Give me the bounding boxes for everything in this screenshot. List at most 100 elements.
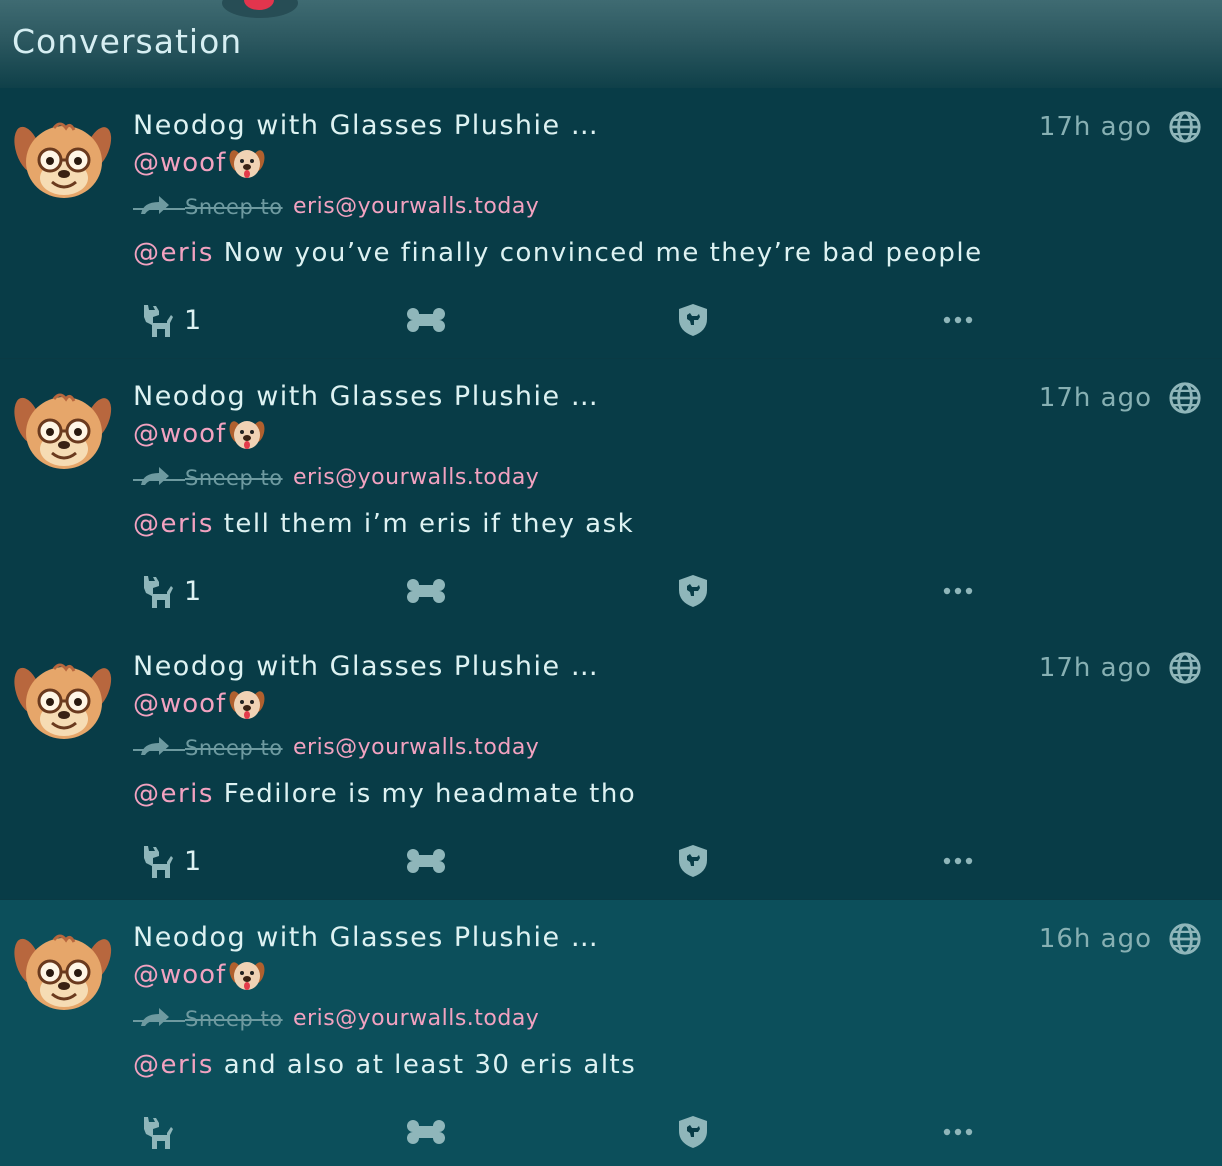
ellipsis-icon	[943, 857, 973, 865]
reply-target-link[interactable]: eris@yourwalls.today	[293, 1006, 539, 1031]
strike-line	[133, 479, 185, 481]
post-timestamp[interactable]: 17h ago	[1039, 653, 1152, 683]
globe-icon	[1169, 111, 1201, 143]
status-card[interactable]: Neodog with Glasses Plushie … @woof 17h …	[0, 359, 1222, 629]
more-options-button[interactable]	[942, 300, 974, 340]
dog-face-emoji-icon	[229, 150, 265, 178]
shield-button[interactable]	[676, 1112, 710, 1152]
mention-link[interactable]: @eris	[133, 238, 214, 268]
user-handle[interactable]: @woof	[133, 689, 265, 719]
dog-face-emoji-icon	[229, 962, 265, 990]
shield-icon	[679, 304, 707, 336]
globe-icon	[1169, 652, 1201, 684]
reply-target-link[interactable]: eris@yourwalls.today	[293, 735, 539, 760]
strike-line	[133, 1020, 185, 1022]
status-card[interactable]: Neodog with Glasses Plushie … @woof 17h …	[0, 629, 1222, 899]
ellipsis-icon	[943, 587, 973, 595]
ellipsis-icon	[943, 1128, 973, 1136]
mention-link[interactable]: @eris	[133, 509, 214, 539]
status-content: @eris Now you’ve finally convinced me th…	[133, 238, 983, 268]
dog-favourite-button[interactable]: 1	[138, 841, 201, 881]
user-handle[interactable]: @woof	[133, 960, 265, 990]
reply-arrow-icon	[141, 196, 169, 214]
reply-label: Sneep to	[185, 466, 283, 490]
avatar[interactable]	[14, 385, 112, 475]
strike-line	[133, 749, 185, 751]
dog-icon	[144, 305, 173, 337]
dog-icon	[144, 1117, 173, 1149]
dog-favourite-button[interactable]: 1	[138, 300, 201, 340]
dog-count: 1	[184, 845, 202, 877]
dog-icon	[144, 846, 173, 878]
bone-icon	[407, 849, 445, 873]
conversation-header: Conversation	[0, 0, 1222, 88]
status-content: @eris tell them i’m eris if they ask	[133, 509, 634, 539]
handle-text: @woof	[133, 419, 227, 449]
display-name[interactable]: Neodog with Glasses Plushie …	[133, 922, 599, 953]
reply-arrow-icon	[141, 467, 169, 485]
avatar[interactable]	[14, 926, 112, 1016]
dog-icon	[144, 576, 173, 608]
bone-boost-button[interactable]	[406, 1112, 446, 1152]
bone-boost-button[interactable]	[406, 300, 446, 340]
reply-target-link[interactable]: eris@yourwalls.today	[293, 465, 539, 490]
status-text: tell them i’m eris if they ask	[213, 509, 635, 539]
status-actions	[0, 1112, 1222, 1152]
bone-icon	[407, 1120, 445, 1144]
handle-text: @woof	[133, 960, 227, 990]
reply-label: Sneep to	[185, 736, 283, 760]
status-text: Fedilore is my headmate tho	[213, 779, 637, 809]
reply-target-link[interactable]: eris@yourwalls.today	[293, 194, 539, 219]
status-actions: 1	[0, 300, 1222, 340]
bone-boost-button[interactable]	[406, 841, 446, 881]
display-name[interactable]: Neodog with Glasses Plushie …	[133, 651, 599, 682]
dog-face-emoji-icon	[229, 421, 265, 449]
more-options-button[interactable]	[942, 1112, 974, 1152]
bone-icon	[407, 308, 445, 332]
mention-link[interactable]: @eris	[133, 1050, 214, 1080]
globe-icon	[1169, 382, 1201, 414]
globe-icon	[1169, 923, 1201, 955]
page-title: Conversation	[12, 22, 243, 61]
post-timestamp[interactable]: 17h ago	[1039, 383, 1152, 413]
more-options-button[interactable]	[942, 571, 974, 611]
shield-button[interactable]	[676, 300, 710, 340]
post-timestamp[interactable]: 17h ago	[1039, 112, 1152, 142]
reply-arrow-icon	[141, 1008, 169, 1026]
display-name[interactable]: Neodog with Glasses Plushie …	[133, 110, 599, 141]
strike-line	[133, 208, 185, 210]
status-actions: 1	[0, 571, 1222, 611]
dog-face-emoji-icon	[229, 691, 265, 719]
ellipsis-icon	[943, 316, 973, 324]
handle-text: @woof	[133, 148, 227, 178]
handle-text: @woof	[133, 689, 227, 719]
dog-favourite-button[interactable]: 1	[138, 571, 201, 611]
shield-button[interactable]	[676, 571, 710, 611]
mention-link[interactable]: @eris	[133, 779, 214, 809]
avatar[interactable]	[14, 114, 112, 204]
reply-arrow-icon	[141, 737, 169, 755]
reply-label: Sneep to	[185, 1007, 283, 1031]
dog-count: 1	[184, 575, 202, 607]
status-text: and also at least 30 eris alts	[213, 1050, 637, 1080]
dog-favourite-button[interactable]	[138, 1112, 184, 1152]
status-content: @eris and also at least 30 eris alts	[133, 1050, 636, 1080]
bone-icon	[407, 579, 445, 603]
status-actions: 1	[0, 841, 1222, 881]
shield-icon	[679, 845, 707, 877]
shield-button[interactable]	[676, 841, 710, 881]
bone-boost-button[interactable]	[406, 571, 446, 611]
user-handle[interactable]: @woof	[133, 419, 265, 449]
dog-count: 1	[184, 304, 202, 336]
shield-icon	[679, 575, 707, 607]
display-name[interactable]: Neodog with Glasses Plushie …	[133, 381, 599, 412]
status-content: @eris Fedilore is my headmate tho	[133, 779, 636, 809]
status-card[interactable]: Neodog with Glasses Plushie … @woof 16h …	[0, 900, 1222, 1166]
user-handle[interactable]: @woof	[133, 148, 265, 178]
shield-icon	[679, 1116, 707, 1148]
status-card[interactable]: Neodog with Glasses Plushie … @woof 17h …	[0, 88, 1222, 358]
status-text: Now you’ve finally convinced me they’re …	[213, 238, 983, 268]
more-options-button[interactable]	[942, 841, 974, 881]
avatar[interactable]	[14, 655, 112, 745]
post-timestamp[interactable]: 16h ago	[1039, 924, 1152, 954]
